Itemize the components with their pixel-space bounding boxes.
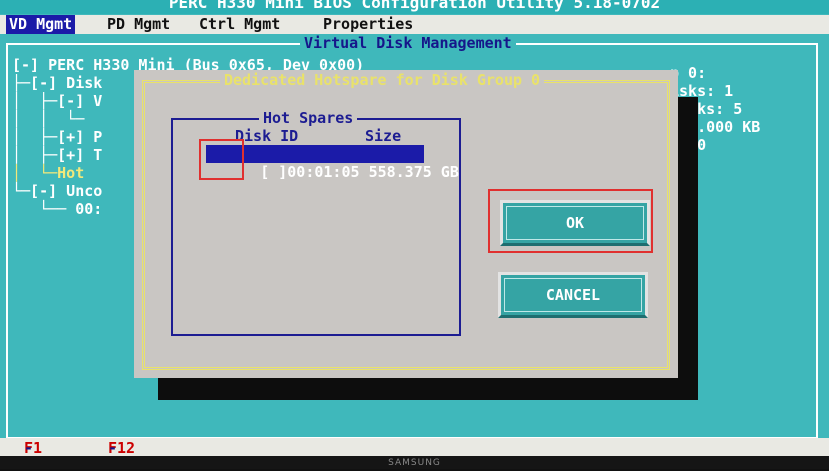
menu-bar: VD Mgmt PD Mgmt Ctrl Mgmt Properties bbox=[0, 15, 829, 34]
menu-vd-mgmt[interactable]: VD Mgmt bbox=[6, 15, 76, 34]
hotspare-size: 558.375 GB bbox=[368, 163, 459, 181]
tree-unconfigured[interactable]: └─[-] Unco bbox=[12, 182, 102, 200]
status-bar: F1-Help F12-Ctlr bbox=[0, 438, 829, 456]
menu-properties[interactable]: Properties bbox=[320, 15, 416, 34]
tree-unconfigured-disk[interactable]: └── 00: bbox=[12, 200, 102, 218]
bios-screen: PERC H330 Mini BIOS Configuration Utilit… bbox=[0, 0, 829, 456]
dialog-title: Dedicated Hotspare for Disk Group 0 bbox=[220, 71, 545, 89]
cancel-label: CANCEL bbox=[545, 286, 601, 304]
monitor-bezel: SAMSUNG bbox=[0, 456, 829, 469]
hotspare-disk-id: 00:01:05 bbox=[287, 163, 360, 181]
title-bar: PERC H330 Mini BIOS Configuration Utilit… bbox=[0, 0, 829, 14]
hot-spares-title: Hot Spares bbox=[259, 109, 358, 127]
monitor-brand-logo: SAMSUNG bbox=[388, 458, 441, 468]
col-size: Size bbox=[365, 127, 402, 145]
tree-hot-spares[interactable]: │ └─Hot bbox=[12, 164, 84, 182]
checkbox-highlight-marker bbox=[199, 139, 244, 180]
window-title: PERC H330 Mini BIOS Configuration Utilit… bbox=[168, 0, 661, 12]
ok-highlight-marker bbox=[488, 189, 653, 253]
hotspare-checkbox[interactable]: [ ] bbox=[260, 163, 287, 181]
tree-disk-group[interactable]: ├─[-] Disk bbox=[12, 74, 102, 92]
menu-pd-mgmt[interactable]: PD Mgmt bbox=[104, 15, 173, 34]
tree-total-free[interactable]: │ ├─[+] T bbox=[12, 146, 102, 164]
cancel-button[interactable]: CANCEL bbox=[498, 272, 648, 318]
tree-virtual-disks[interactable]: │ ├─[-] V bbox=[12, 92, 102, 110]
panel-title: Virtual Disk Management bbox=[300, 34, 516, 52]
tree-physical-disks[interactable]: │ ├─[+] P bbox=[12, 128, 102, 146]
tree-vd-entry[interactable]: │ │ └─ bbox=[12, 110, 84, 128]
col-disk-id: Disk ID bbox=[235, 127, 299, 145]
menu-ctrl-mgmt[interactable]: Ctrl Mgmt bbox=[196, 15, 283, 34]
